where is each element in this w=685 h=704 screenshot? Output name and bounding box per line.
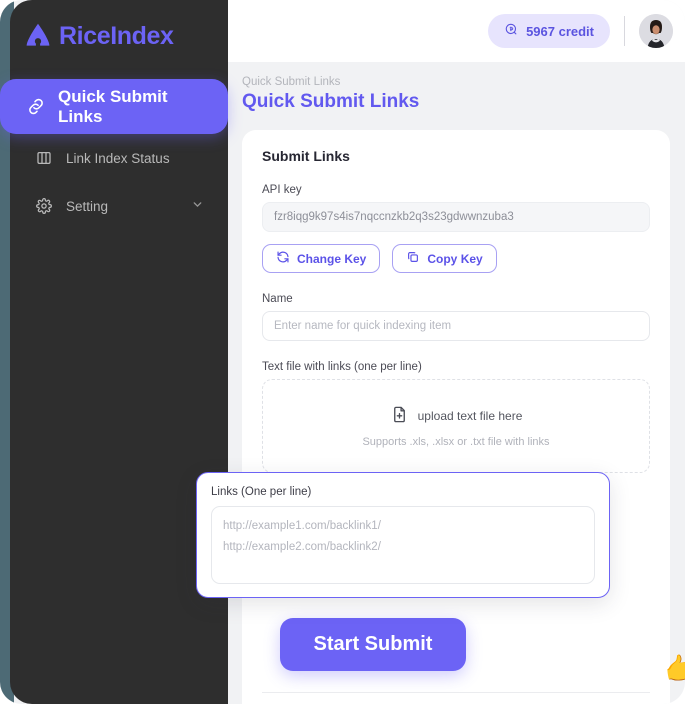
api-key-actions: Change Key Copy Key xyxy=(262,244,650,273)
links-placeholder-line: http://example2.com/backlink2/ xyxy=(223,541,381,554)
sidebar-item-setting[interactable]: Setting xyxy=(18,182,220,230)
sidebar-item-label: Quick Submit Links xyxy=(58,86,168,126)
copy-key-label: Copy Key xyxy=(427,251,483,266)
rice-arrow-logo-icon xyxy=(26,23,50,47)
api-key-input[interactable]: fzr8iqg9k97s4is7nqccnzkb2q3s23gdwwnzuba3 xyxy=(262,202,650,232)
links-label: Links (One per line) xyxy=(211,486,312,498)
coin-icon xyxy=(504,22,519,40)
dropzone-primary-text: upload text file here xyxy=(417,408,523,423)
start-submit-button[interactable]: Start Submit xyxy=(280,618,466,671)
breadcrumb-block: Quick Submit Links Quick Submit Links xyxy=(228,62,685,113)
chevron-down-icon[interactable] xyxy=(191,198,204,214)
file-dropzone[interactable]: upload text file here Supports .xls, .xl… xyxy=(262,379,650,473)
api-key-label: API key xyxy=(262,184,302,196)
main-area: 5967 credit Quick Submit Links Quick Sub… xyxy=(228,0,685,704)
sidebar-nav: Quick Submit Links Link Index Status Set… xyxy=(0,79,228,230)
copy-icon xyxy=(406,250,420,267)
change-key-button[interactable]: Change Key xyxy=(262,244,381,273)
links-textarea[interactable]: http://example1.com/backlink1/ http://ex… xyxy=(211,506,595,584)
api-key-value: fzr8iqg9k97s4is7nqccnzkb2q3s23gdwwnzuba3 xyxy=(274,211,514,223)
topbar: 5967 credit xyxy=(228,0,685,62)
dropzone-secondary-text: Supports .xls, .xlsx or .txt file with l… xyxy=(362,435,550,448)
change-key-label: Change Key xyxy=(297,251,367,266)
gear-icon xyxy=(34,198,54,214)
name-label: Name xyxy=(262,293,293,305)
sidebar-item-label: Link Index Status xyxy=(66,150,170,166)
name-input[interactable]: Enter name for quick indexing item xyxy=(262,311,650,341)
links-panel: Links (One per line) http://example1.com… xyxy=(196,472,610,598)
sidebar-item-label: Setting xyxy=(66,198,109,214)
copy-key-button[interactable]: Copy Key xyxy=(392,244,497,273)
link-chain-icon xyxy=(26,96,46,117)
sidebar-item-quick-submit-links[interactable]: Quick Submit Links xyxy=(0,79,228,134)
page-title: Quick Submit Links xyxy=(242,91,420,112)
upload-label: Text file with links (one per line) xyxy=(262,361,422,373)
panel-layout-icon xyxy=(34,150,54,166)
brand-name: RiceIndex xyxy=(59,21,174,50)
app-window: RiceIndex Quick Submit Links Link Index … xyxy=(0,0,685,704)
avatar[interactable] xyxy=(639,14,673,48)
card-divider xyxy=(262,692,650,693)
sidebar: RiceIndex Quick Submit Links Link Index … xyxy=(0,0,228,704)
name-placeholder: Enter name for quick indexing item xyxy=(274,320,452,332)
links-placeholder-line: http://example1.com/backlink1/ xyxy=(223,520,381,532)
submit-links-card: Submit Links API key fzr8iqg9k97s4is7nqc… xyxy=(242,130,670,704)
dropzone-primary-row: upload text file here xyxy=(390,405,523,427)
avatar-image xyxy=(639,14,673,48)
card-title: Submit Links xyxy=(262,148,350,164)
file-upload-icon xyxy=(390,405,409,427)
credit-badge[interactable]: 5967 credit xyxy=(488,14,610,48)
brand-logo[interactable]: RiceIndex xyxy=(10,0,228,58)
sidebar-item-link-index-status[interactable]: Link Index Status xyxy=(18,134,220,182)
breadcrumb[interactable]: Quick Submit Links xyxy=(242,76,685,88)
credit-label: 5967 credit xyxy=(526,23,594,39)
topbar-divider xyxy=(624,16,625,46)
refresh-icon xyxy=(276,250,290,267)
